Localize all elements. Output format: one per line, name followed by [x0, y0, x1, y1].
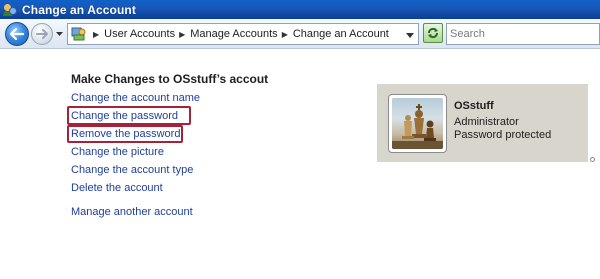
account-name: OSstuff	[454, 100, 494, 112]
users-icon	[3, 2, 18, 17]
refresh-icon	[427, 27, 439, 39]
breadcrumb-change-an-account[interactable]: Change an Account	[293, 28, 389, 40]
main-content: Make Changes to OSstuff’s accout Change …	[0, 50, 600, 279]
change-account-type-link[interactable]: Change the account type	[71, 164, 193, 176]
delete-account-link[interactable]: Delete the account	[71, 182, 163, 194]
refresh-button[interactable]	[423, 23, 443, 43]
forward-arrow-icon	[36, 29, 48, 39]
resize-handle-icon	[590, 157, 595, 162]
breadcrumb-separator-icon[interactable]: ▶	[175, 30, 190, 39]
change-account-name-link[interactable]: Change the account name	[71, 92, 200, 104]
control-panel-icon	[71, 26, 87, 42]
manage-another-account-link[interactable]: Manage another account	[71, 206, 193, 218]
back-arrow-icon	[10, 28, 24, 40]
account-card: OSstuff Administrator Password protected	[377, 84, 588, 162]
search-box[interactable]	[446, 23, 600, 45]
recent-pages-dropdown[interactable]	[55, 29, 63, 39]
search-input[interactable]	[450, 24, 599, 44]
page-title: Make Changes to OSstuff’s accout	[71, 72, 269, 86]
breadcrumb: ▶ User Accounts ▶ Manage Accounts ▶ Chan…	[89, 24, 389, 44]
breadcrumb-manage-accounts[interactable]: Manage Accounts	[190, 28, 277, 40]
window-title: Change an Account	[22, 2, 136, 17]
chess-pieces-picture	[392, 98, 443, 149]
title-bar: Change an Account	[0, 0, 600, 19]
change-picture-link[interactable]: Change the picture	[71, 146, 164, 158]
address-bar[interactable]: ▶ User Accounts ▶ Manage Accounts ▶ Chan…	[67, 23, 419, 45]
back-button[interactable]	[5, 22, 29, 46]
navigation-bar: ▶ User Accounts ▶ Manage Accounts ▶ Chan…	[0, 19, 600, 49]
avatar	[388, 94, 447, 153]
breadcrumb-separator-icon[interactable]: ▶	[89, 30, 104, 39]
account-type: Administrator	[454, 116, 519, 128]
account-password-status: Password protected	[454, 129, 552, 141]
forward-button[interactable]	[31, 23, 53, 45]
breadcrumb-separator-icon[interactable]: ▶	[278, 30, 293, 39]
change-password-link[interactable]: Change the password	[71, 110, 178, 122]
remove-password-link[interactable]: Remove the password	[71, 128, 180, 140]
address-dropdown-button[interactable]	[406, 30, 414, 38]
breadcrumb-user-accounts[interactable]: User Accounts	[104, 28, 175, 40]
chevron-down-icon	[406, 33, 414, 38]
chevron-down-icon	[55, 31, 63, 36]
